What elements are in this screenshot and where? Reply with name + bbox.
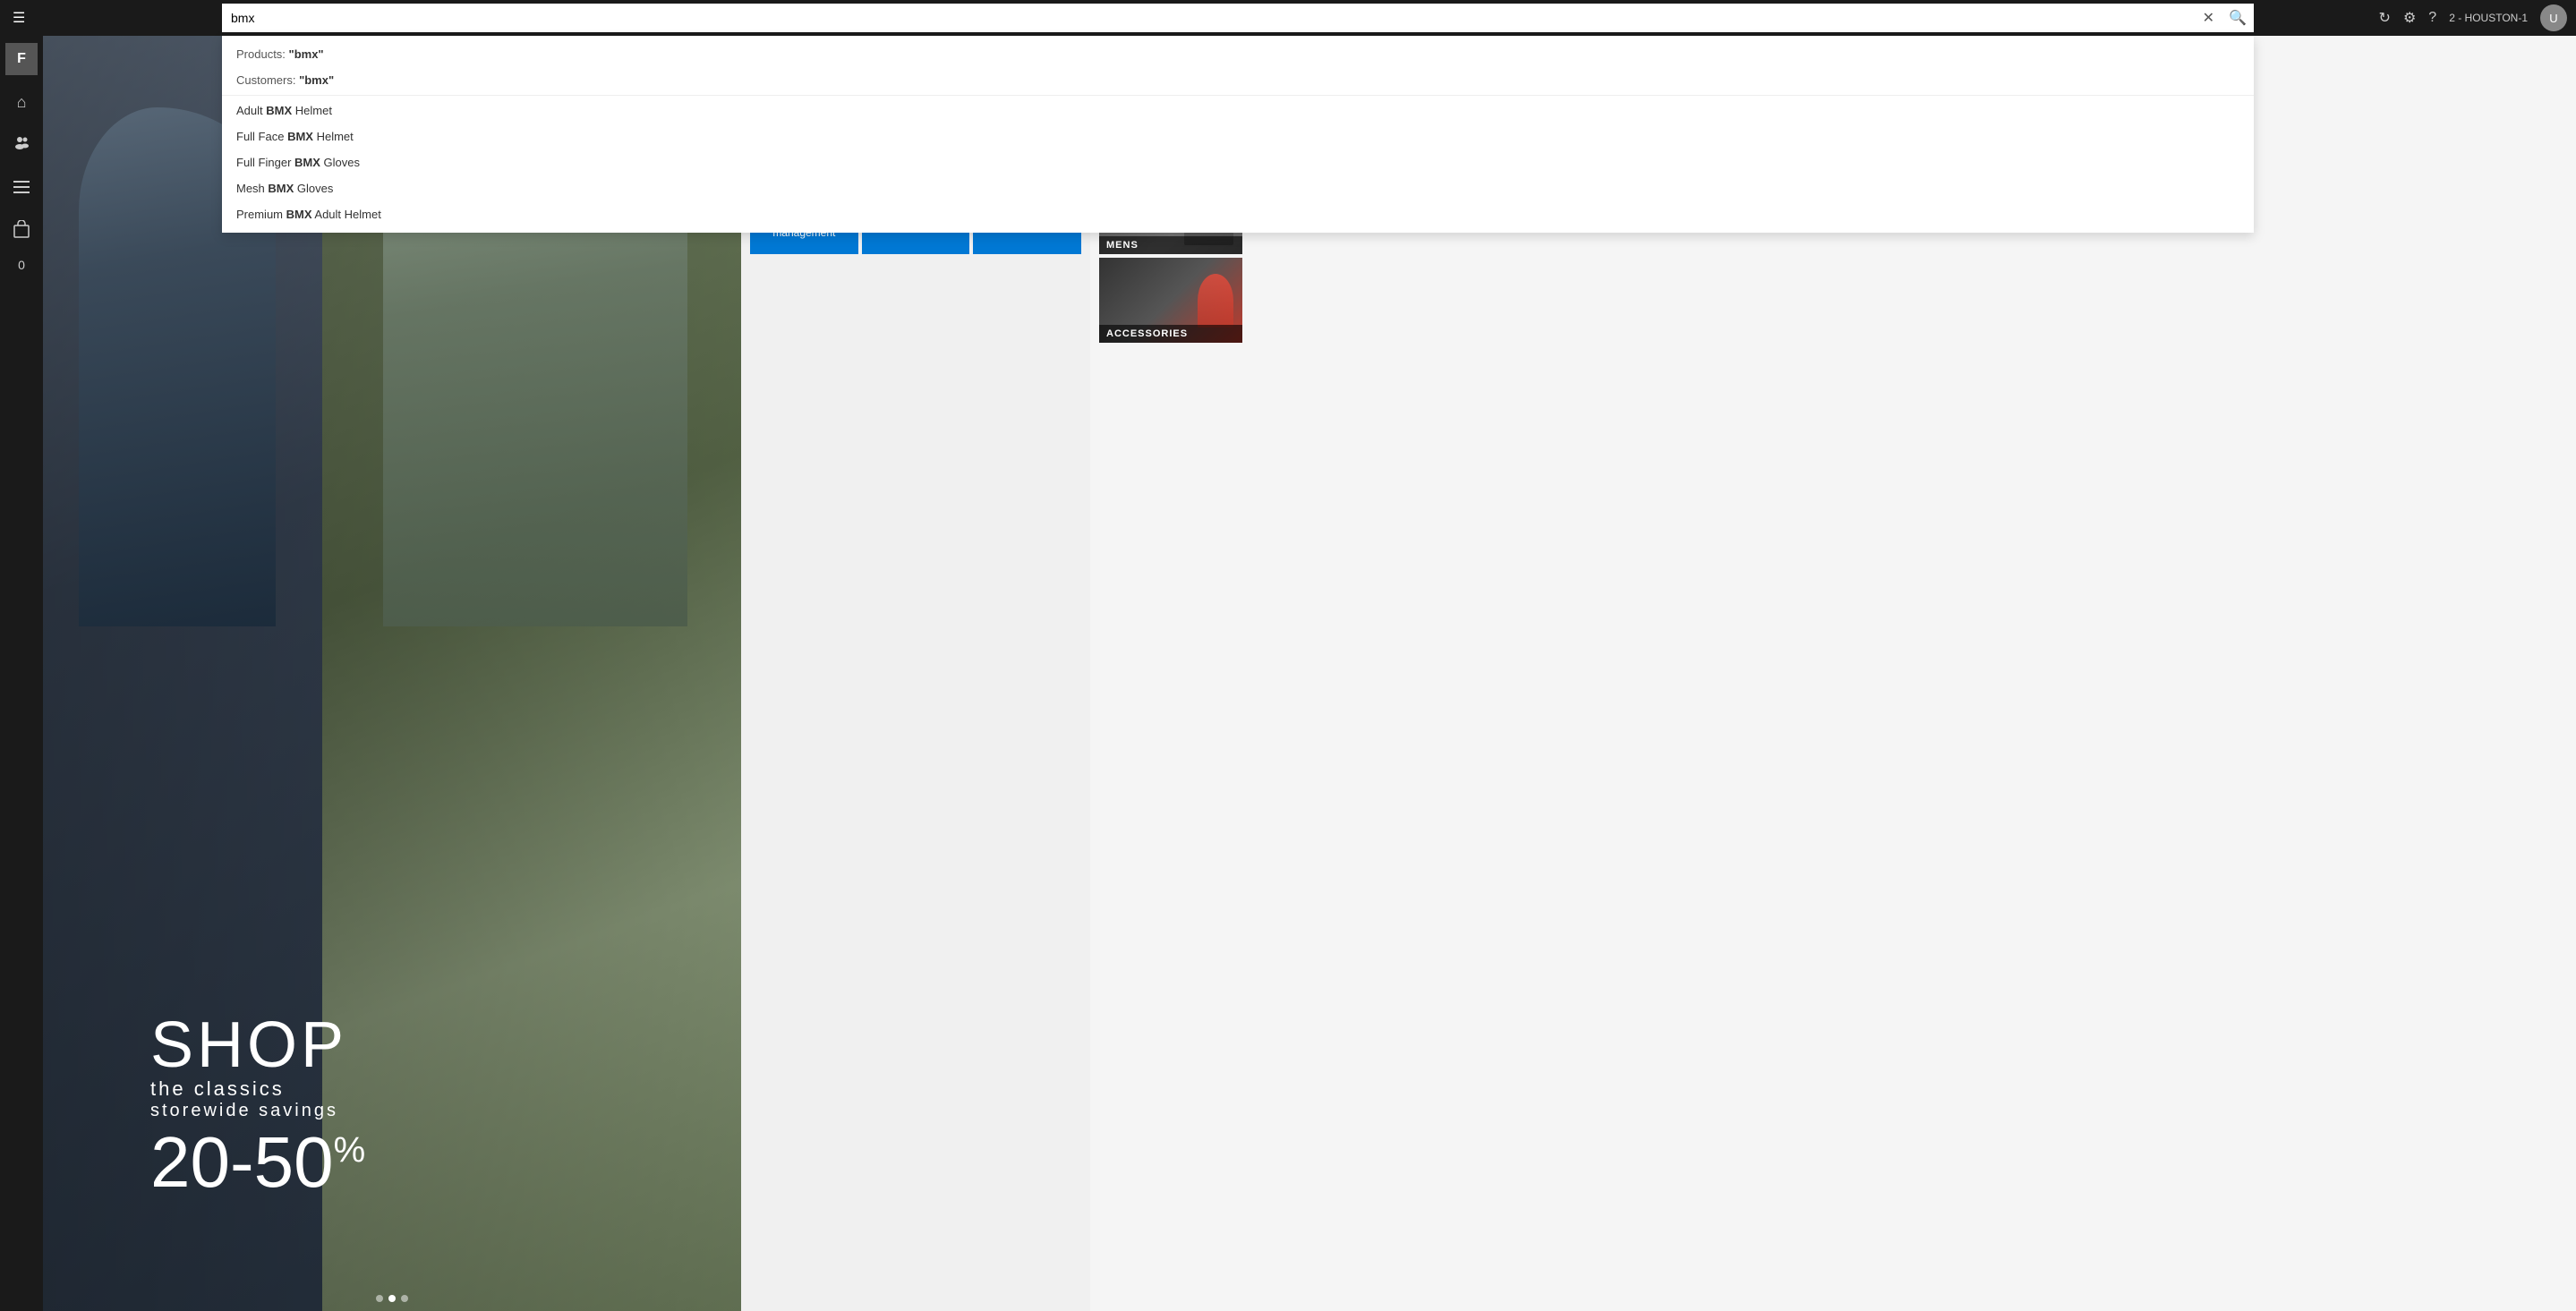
settings-icon[interactable]: ⚙: [2403, 9, 2416, 27]
list-item[interactable]: Full Finger BMX Gloves: [222, 149, 2254, 175]
sidebar-f-box[interactable]: F: [5, 43, 38, 75]
sidebar-item-home[interactable]: ⌂: [2, 82, 41, 122]
hero-savings: storewide savings: [150, 1101, 365, 1121]
help-icon[interactable]: ?: [2428, 10, 2436, 26]
hero-dot-3[interactable]: [401, 1295, 408, 1302]
zero-label: 0: [18, 258, 25, 272]
list-item[interactable]: Full Face BMX Helmet: [222, 123, 2254, 149]
search-suggestion-products[interactable]: Products: "bmx": [222, 41, 2254, 67]
search-go-icon[interactable]: 🔍: [2222, 9, 2254, 27]
search-dropdown: Products: "bmx" Customers: "bmx" Adult B…: [222, 36, 2254, 233]
store-label: 2 - HOUSTON-1: [2449, 12, 2528, 24]
topbar: ☰ bmx ✕ 🔍 ↻ ⚙ ? 2 - HOUSTON-1 U: [0, 0, 2576, 36]
sidebar-item-people[interactable]: [2, 125, 41, 165]
sidebar-item-bag[interactable]: [2, 211, 41, 251]
menu-lines-icon: [13, 179, 30, 198]
list-item[interactable]: Mesh BMX Gloves: [222, 175, 2254, 201]
refresh-icon[interactable]: ↻: [2379, 9, 2391, 27]
hero-dot-1[interactable]: [376, 1295, 383, 1302]
hero-shop-text: SHOP: [150, 1013, 365, 1077]
sidebar-zero: 0: [18, 258, 25, 272]
hero-dots: [376, 1295, 408, 1302]
sidebar: F ⌂ 0: [0, 36, 43, 1311]
discount-value: 20-50: [150, 1122, 334, 1202]
home-icon: ⌂: [17, 93, 27, 112]
search-wrapper: bmx ✕ 🔍: [222, 4, 2254, 32]
mens-label: MENS: [1099, 236, 1242, 254]
suggestion-keyword: "bmx": [299, 73, 334, 87]
suggestion-category: Products:: [236, 47, 289, 61]
hero-text: SHOP the classics storewide savings 20-5…: [150, 1013, 365, 1204]
menu-icon[interactable]: ☰: [0, 9, 38, 27]
hero-dot-2[interactable]: [388, 1295, 396, 1302]
hero-discount: 20-50%: [150, 1121, 365, 1204]
search-suggestion-customers[interactable]: Customers: "bmx": [222, 67, 2254, 93]
bag-icon: [13, 220, 30, 243]
f-label: F: [17, 51, 26, 67]
search-input[interactable]: bmx: [222, 4, 2254, 32]
list-item[interactable]: Premium BMX Adult Helmet: [222, 201, 2254, 227]
topbar-right: ↻ ⚙ ? 2 - HOUSTON-1 U: [2379, 4, 2576, 31]
search-clear-icon[interactable]: ✕: [2196, 9, 2222, 27]
people-icon: [13, 134, 30, 157]
suggestion-category: Customers:: [236, 73, 299, 87]
search-icons: ✕ 🔍: [2196, 4, 2254, 32]
product-card-accessories[interactable]: ACCESSORIES: [1099, 258, 1242, 343]
avatar[interactable]: U: [2540, 4, 2567, 31]
suggestion-keyword: "bmx": [289, 47, 324, 61]
avatar-text: U: [2549, 12, 2557, 25]
sidebar-item-menu[interactable]: [2, 168, 41, 208]
list-item[interactable]: Adult BMX Helmet: [222, 98, 2254, 123]
accessories-label: ACCESSORIES: [1099, 325, 1242, 343]
discount-suffix: %: [334, 1130, 366, 1170]
